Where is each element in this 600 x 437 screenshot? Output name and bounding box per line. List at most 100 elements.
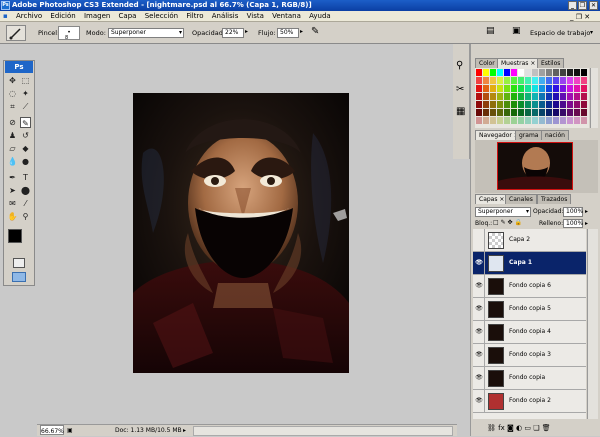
color-swatch[interactable] [560,93,566,100]
color-swatch[interactable] [532,77,538,84]
color-swatch[interactable] [581,85,587,92]
color-swatch[interactable] [483,109,489,116]
color-swatch[interactable] [483,101,489,108]
eye-icon[interactable]: 👁 [474,390,485,412]
color-swatch[interactable] [553,85,559,92]
flow-slider-arrow-icon[interactable]: ▸ [300,28,303,35]
eye-icon[interactable]: 👁 [474,321,485,343]
color-swatch[interactable] [567,93,573,100]
navigator-preview-area[interactable] [475,140,598,193]
color-swatch[interactable] [504,109,510,116]
blur-tool-icon[interactable]: 💧 [7,156,18,167]
color-swatch[interactable] [497,77,503,84]
tab-trazados[interactable]: Trazados [537,194,572,204]
close-button[interactable]: ✕ [589,1,598,10]
swatches-grid[interactable] [475,68,589,128]
brush-size-picker[interactable]: • 8 [58,26,80,41]
layer-row[interactable]: 👁 Fondo copia [473,367,586,390]
color-swatch[interactable] [497,93,503,100]
clone-source-icon[interactable]: ▦ [456,106,465,117]
close-icon[interactable]: × [499,196,504,203]
color-swatch[interactable] [497,69,503,76]
color-swatch[interactable] [504,117,510,124]
color-swatch[interactable] [476,117,482,124]
color-swatch[interactable] [476,109,482,116]
layer-row[interactable]: 👁 Fondo copia 6 [473,275,586,298]
color-swatch[interactable] [532,101,538,108]
color-swatch[interactable] [497,101,503,108]
color-swatch[interactable] [511,109,517,116]
maximize-button[interactable]: ❐ [578,1,587,10]
color-swatch[interactable] [490,117,496,124]
tab-estilos[interactable]: Estilos [537,58,565,68]
color-swatch[interactable] [532,117,538,124]
layer-mask-icon[interactable]: ◙ [507,424,516,432]
color-swatch[interactable] [574,101,580,108]
color-swatch[interactable] [560,101,566,108]
eye-icon[interactable]: 👁 [474,252,485,274]
layer-row[interactable]: 👁 Fondo copia 3 [473,344,586,367]
color-swatch[interactable] [539,85,545,92]
color-swatch[interactable] [504,101,510,108]
color-swatch[interactable] [518,117,524,124]
color-swatch[interactable] [574,77,580,84]
color-swatch[interactable] [511,85,517,92]
color-swatch[interactable] [497,109,503,116]
menu-analisis[interactable]: Análisis [209,11,242,22]
layer-row[interactable]: 👁 Fondo copia 2 [473,390,586,413]
menu-seleccion[interactable]: Selección [142,11,181,22]
color-swatch[interactable] [539,77,545,84]
color-swatch[interactable] [539,117,545,124]
color-swatch[interactable] [518,101,524,108]
color-swatch[interactable] [567,77,573,84]
color-swatch[interactable] [504,85,510,92]
zoom-level-field[interactable]: 66.67% [40,425,64,435]
lasso-tool-icon[interactable]: ◌ [7,88,18,99]
blend-mode-select[interactable]: Superponer ▾ [475,207,531,217]
color-swatch[interactable] [581,77,587,84]
brush-tool-icon[interactable]: ✎ [20,117,31,128]
color-swatch[interactable] [504,77,510,84]
color-swatch[interactable] [560,69,566,76]
eyedropper-tool-icon[interactable]: ⁄ [20,198,31,209]
color-swatch[interactable] [518,85,524,92]
lock-icons[interactable]: □ ✎ ✥ 🔒 [493,219,522,226]
color-swatch[interactable] [511,69,517,76]
color-swatch[interactable] [504,69,510,76]
layer-row[interactable]: 👁 Fondo copia 4 [473,321,586,344]
color-swatch[interactable] [539,69,545,76]
color-swatch[interactable] [553,101,559,108]
zoom-tool-icon[interactable]: ⚲ [20,211,31,222]
quick-mask-icon[interactable] [13,258,25,268]
color-swatch[interactable] [490,101,496,108]
marquee-tool-icon[interactable]: ⬚ [20,75,31,86]
color-swatch[interactable] [518,109,524,116]
mode-select[interactable]: Superponer ▾ [108,28,184,38]
color-swatch[interactable] [546,69,552,76]
opacity-slider-arrow-icon[interactable]: ▸ [585,208,588,215]
brushes-panel-icon[interactable]: ✂ [456,84,464,95]
workspace-label[interactable]: Espacio de trabajo [530,22,590,44]
color-swatch[interactable] [574,69,580,76]
healing-brush-tool-icon[interactable]: ⊘ [7,117,18,128]
layer-style-icon[interactable]: fx [498,424,507,432]
layer-row[interactable]: Capa 2 [473,229,586,252]
tab-canales[interactable]: Canales [505,194,537,204]
color-swatch[interactable] [511,93,517,100]
color-swatch[interactable] [560,77,566,84]
link-layers-icon[interactable]: ⛓ [487,424,498,432]
paint-bucket-tool-icon[interactable]: ◆ [20,143,31,154]
path-selection-tool-icon[interactable]: ➤ [7,185,18,196]
color-swatch[interactable] [518,93,524,100]
chevron-down-icon[interactable]: ▾ [590,29,593,36]
color-swatch[interactable] [532,109,538,116]
color-swatch[interactable] [546,77,552,84]
color-swatch[interactable] [525,101,531,108]
color-swatch[interactable] [581,101,587,108]
color-swatch[interactable] [504,93,510,100]
color-swatch[interactable] [539,93,545,100]
color-swatch[interactable] [567,69,573,76]
minimize-button[interactable]: _ [568,1,577,10]
menu-ventana[interactable]: Ventana [269,11,304,22]
new-layer-icon[interactable]: ❑ [533,424,542,432]
